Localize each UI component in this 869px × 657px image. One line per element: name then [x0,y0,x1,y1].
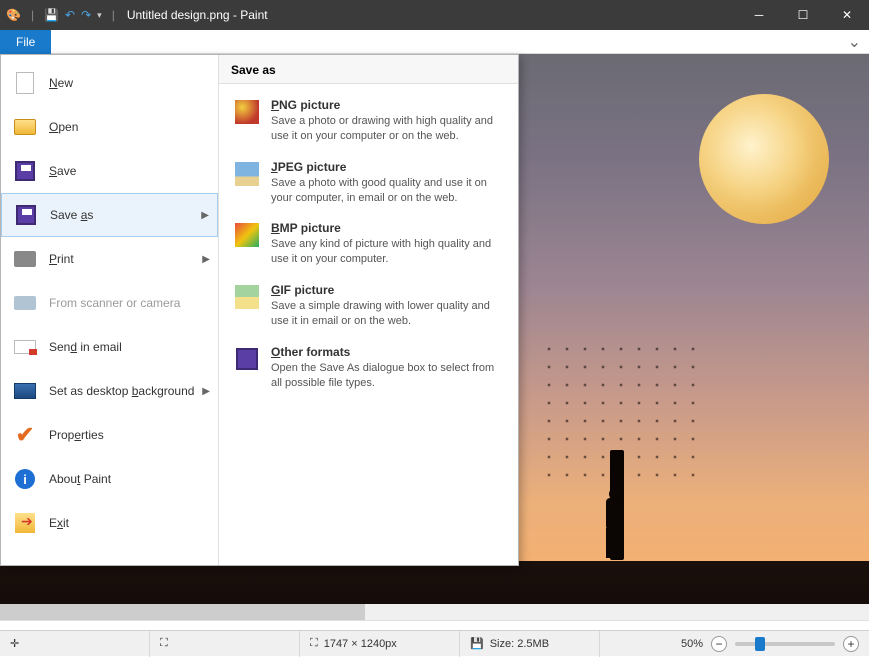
status-zoom: 50% − + [671,636,869,652]
zoom-slider[interactable] [735,642,835,646]
file-save-as[interactable]: Save as ▶ [1,193,218,237]
file-from-scanner: From scanner or camera [1,281,218,325]
file-item-label: Properties [49,428,104,442]
window-title: Untitled design.png - Paint [119,8,268,22]
properties-icon: ✔ [11,421,39,449]
submenu-desc: Save a simple drawing with lower quality… [271,299,504,329]
file-item-label: From scanner or camera [49,296,180,310]
status-selection: ⛶ [150,631,300,657]
exit-icon [11,509,39,537]
save-as-icon [12,201,40,229]
submenu-title: Other formats [271,345,504,359]
qat-save-icon[interactable]: 💾 [44,8,59,22]
file-item-label: Print [49,252,74,266]
submenu-title: GIF picture [271,283,504,297]
separator: | [108,8,119,22]
chevron-right-icon: ▶ [202,386,210,397]
zoom-value: 50% [681,638,703,650]
zoom-in-button[interactable]: + [843,636,859,652]
saveas-jpeg[interactable]: JPEG picture Save a photo with good qual… [223,154,514,216]
chevron-right-icon: ▶ [202,254,210,265]
qat-customize-icon[interactable]: ▾ [97,10,102,21]
submenu-header: Save as [219,55,518,84]
submenu-desc: Save any kind of picture with high quali… [271,237,504,267]
file-send-email[interactable]: Send in email [1,325,218,369]
saveas-png[interactable]: PNG picture Save a photo or drawing with… [223,92,514,154]
file-item-label: Save as [50,208,93,222]
jpeg-icon [233,160,261,188]
other-formats-icon [233,345,261,373]
person-graphic [600,488,630,558]
print-icon [11,245,39,273]
zoom-out-button[interactable]: − [711,636,727,652]
save-icon [11,157,39,185]
file-print[interactable]: Print ▶ [1,237,218,281]
file-menu: New Open Save Save as ▶ Print ▶ From sca… [0,54,519,566]
disk-icon: 💾 [470,637,484,650]
dimensions-icon: ⛶ [310,637,318,650]
submenu-title: PNG picture [271,98,504,112]
submenu-desc: Save a photo or drawing with high qualit… [271,114,504,144]
submenu-desc: Open the Save As dialogue box to select … [271,361,504,391]
separator: | [27,8,38,22]
cursor-icon: ✛ [10,637,19,650]
saveas-gif[interactable]: GIF picture Save a simple drawing with l… [223,277,514,339]
file-exit[interactable]: Exit [1,501,218,545]
submenu-title: BMP picture [271,221,504,235]
title-bar: 🎨 | 💾 ↶ ↷ ▾ | Untitled design.png - Pain… [0,0,869,30]
email-icon [11,333,39,361]
desktop-icon [11,377,39,405]
app-icon: 🎨 [6,8,21,22]
file-properties[interactable]: ✔ Properties [1,413,218,457]
file-open[interactable]: Open [1,105,218,149]
file-item-label: About Paint [49,472,111,486]
png-icon [233,98,261,126]
status-dimensions: ⛶ 1747 × 1240px [300,631,460,657]
ribbon: File ⌄ [0,30,869,54]
file-menu-primary: New Open Save Save as ▶ Print ▶ From sca… [1,55,219,565]
file-tab[interactable]: File [0,30,51,54]
submenu-desc: Save a photo with good quality and use i… [271,176,504,206]
saveas-bmp[interactable]: BMP picture Save any kind of picture wit… [223,215,514,277]
file-new[interactable]: New [1,61,218,105]
saveas-other[interactable]: Other formats Open the Save As dialogue … [223,339,514,401]
maximize-button[interactable]: ☐ [781,0,825,30]
bmp-icon [233,221,261,249]
file-item-label: Exit [49,516,69,530]
status-cursor-pos: ✛ [0,631,150,657]
open-icon [11,113,39,141]
file-item-label: Set as desktop background [49,384,194,398]
file-about[interactable]: i About Paint [1,457,218,501]
chevron-right-icon: ▶ [201,210,209,221]
new-icon [11,69,39,97]
file-item-label: Save [49,164,76,178]
moon-graphic [699,94,829,224]
file-set-desktop[interactable]: Set as desktop background ▶ [1,369,218,413]
qat-redo-icon[interactable]: ↷ [81,8,91,22]
close-button[interactable]: ✕ [825,0,869,30]
gif-icon [233,283,261,311]
info-icon: i [11,465,39,493]
minimize-button[interactable]: ─ [737,0,781,30]
submenu-title: JPEG picture [271,160,504,174]
file-item-label: Open [49,120,78,134]
file-item-label: Send in email [49,340,122,354]
status-filesize: 💾 Size: 2.5MB [460,631,600,657]
file-item-label: New [49,76,73,90]
file-save[interactable]: Save [1,149,218,193]
horizontal-scrollbar[interactable] [0,604,869,620]
file-menu-submenu: Save as PNG picture Save a photo or draw… [219,55,518,565]
qat-undo-icon[interactable]: ↶ [65,8,75,22]
selection-icon: ⛶ [160,637,168,650]
ribbon-collapse-icon[interactable]: ⌄ [848,32,861,52]
status-bar: ✛ ⛶ ⛶ 1747 × 1240px 💾 Size: 2.5MB 50% − … [0,630,869,656]
scanner-icon [11,289,39,317]
